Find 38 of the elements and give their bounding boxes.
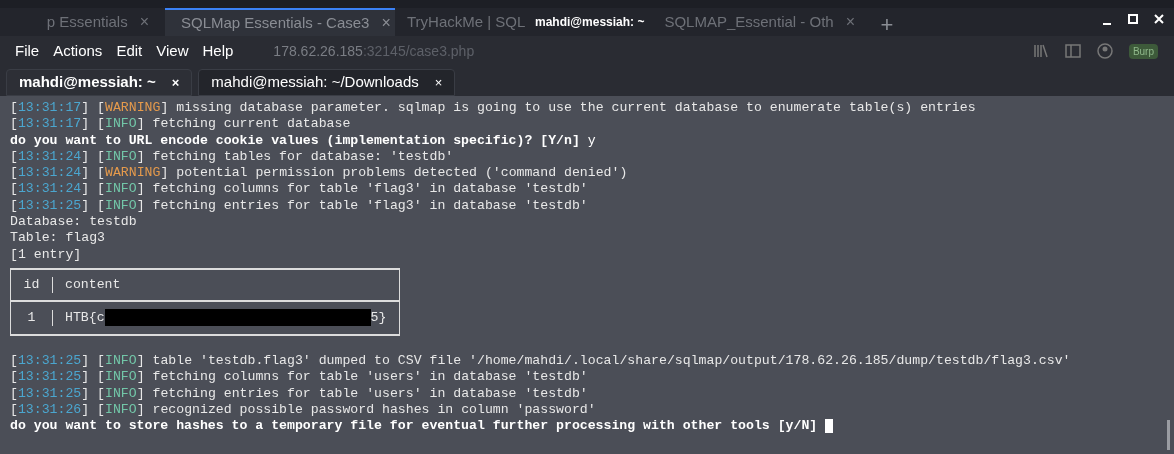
log-line: [13:31:25] [INFO] table 'testdb.flag3' dumped to CSV file '/home/mahdi/.local/share/sqlmap/output/178.62.26.185/dump/testdb/flag3.csv' (10, 352, 1072, 370)
menu-item[interactable]: Edit (116, 39, 143, 63)
terminal-tab[interactable]: mahdi@messiah: ~ × (6, 69, 193, 96)
log-line: [13:31:24] [INFO] fetching columns for table 'flag3' in database 'testdb' (10, 181, 589, 198)
output-line: Database: testdb (10, 214, 138, 231)
log-line: [13:31:25] [INFO] fetching entries for table 'flag3' in database 'testdb' (10, 197, 589, 215)
menu-item[interactable]: File (15, 39, 40, 63)
log-line: [13:31:25] [INFO] fetching entries for table 'users' in database 'testdb' (10, 385, 589, 402)
prompt-line: do you want to URL encode cookie values (implementation specific)? [Y/n] (10, 132, 581, 149)
window-title: mahdi@messiah: ~ (534, 14, 646, 31)
log-line: [13:31:17] [WARNING] missing database parameter. sqlmap is going to use the current database to enumerate table(s) entries (10, 100, 977, 117)
new-tab-button[interactable]: + (868, 8, 906, 36)
menu-item[interactable]: View (156, 39, 189, 63)
output-line: Table: flag3 (10, 230, 106, 247)
log-line: [13:31:24] [INFO] fetching tables for database: 'testdb' (10, 148, 455, 166)
account-icon[interactable] (1096, 43, 1113, 59)
column-header: content (64, 276, 121, 294)
table-cell: 1 (11, 309, 53, 327)
scrollbar-thumb[interactable] (1167, 420, 1170, 450)
log-line: [13:31:17] [INFO] fetching current database (10, 116, 352, 133)
sidebar-icon[interactable] (1064, 44, 1081, 58)
terminal-tab[interactable]: mahdi@messiah: ~/Downloads × (198, 69, 456, 96)
library-icon[interactable] (1032, 44, 1049, 58)
menu-item[interactable]: Actions (53, 39, 103, 63)
table-cell-text: HTB{c (64, 309, 105, 327)
browser-tab[interactable]: SQLMap Essentials - Case3 × (165, 8, 395, 36)
menu-item[interactable]: Help (202, 39, 234, 63)
column-header: id (11, 276, 53, 294)
prompt-line: do you want to store hashes to a temporary file for eventual further processing with other tools [y/N] (10, 418, 818, 435)
log-line: [13:31:25] [INFO] fetching columns for table 'users' in database 'testdb' (10, 369, 589, 386)
close-icon[interactable] (1152, 12, 1166, 26)
log-line: [13:31:26] [INFO] recognized possible password hashes in column 'password' (10, 401, 597, 419)
maximize-icon[interactable] (1126, 12, 1140, 26)
output-line: [1 entry] (10, 246, 83, 263)
log-line: [13:31:24] [WARNING] potential permission problems detected ('command denied') (10, 165, 629, 182)
burp-badge[interactable]: Burp (1128, 43, 1158, 59)
table-cell: 5} (370, 309, 387, 327)
prompt-answer: y (587, 132, 596, 149)
